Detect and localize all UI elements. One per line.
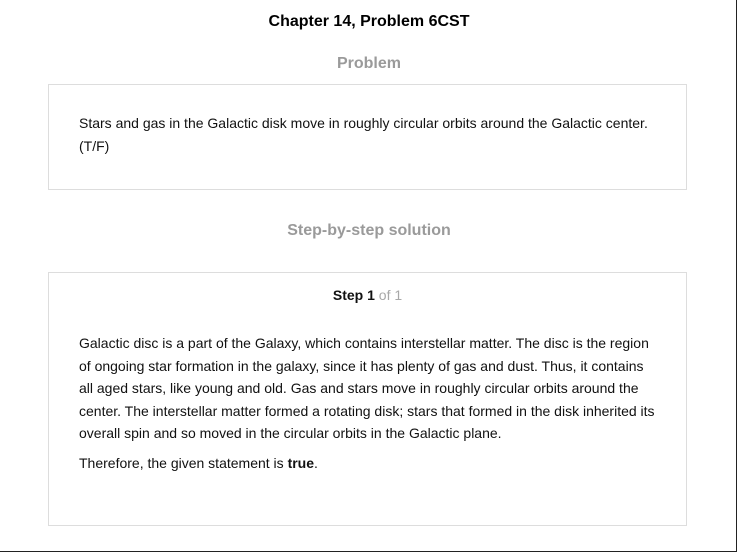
conclusion-suffix: . (314, 455, 318, 471)
chapter-title: Chapter 14, Problem 6CST (268, 13, 470, 30)
problem-card: Stars and gas in the Galactic disk move … (48, 84, 687, 190)
conclusion-prefix: Therefore, the given statement is (79, 455, 284, 471)
solution-card: Step 1 of 1 Galactic disc is a part of t… (48, 272, 687, 526)
step-indicator: Step 1 of 1 (49, 286, 686, 304)
problem-text: Stars and gas in the Galactic disk move … (79, 115, 648, 154)
step-number: 1 (367, 287, 375, 303)
solution-heading: Step-by-step solution (287, 222, 451, 239)
solution-conclusion: Therefore, the given statement is true. (79, 452, 661, 474)
solution-explanation: Galactic disc is a part of the Galaxy, w… (79, 335, 655, 441)
conclusion-answer: true (287, 455, 315, 471)
step-of-total: of 1 (378, 287, 403, 303)
step-word: Step (332, 287, 364, 303)
problem-heading: Problem (336, 55, 401, 72)
